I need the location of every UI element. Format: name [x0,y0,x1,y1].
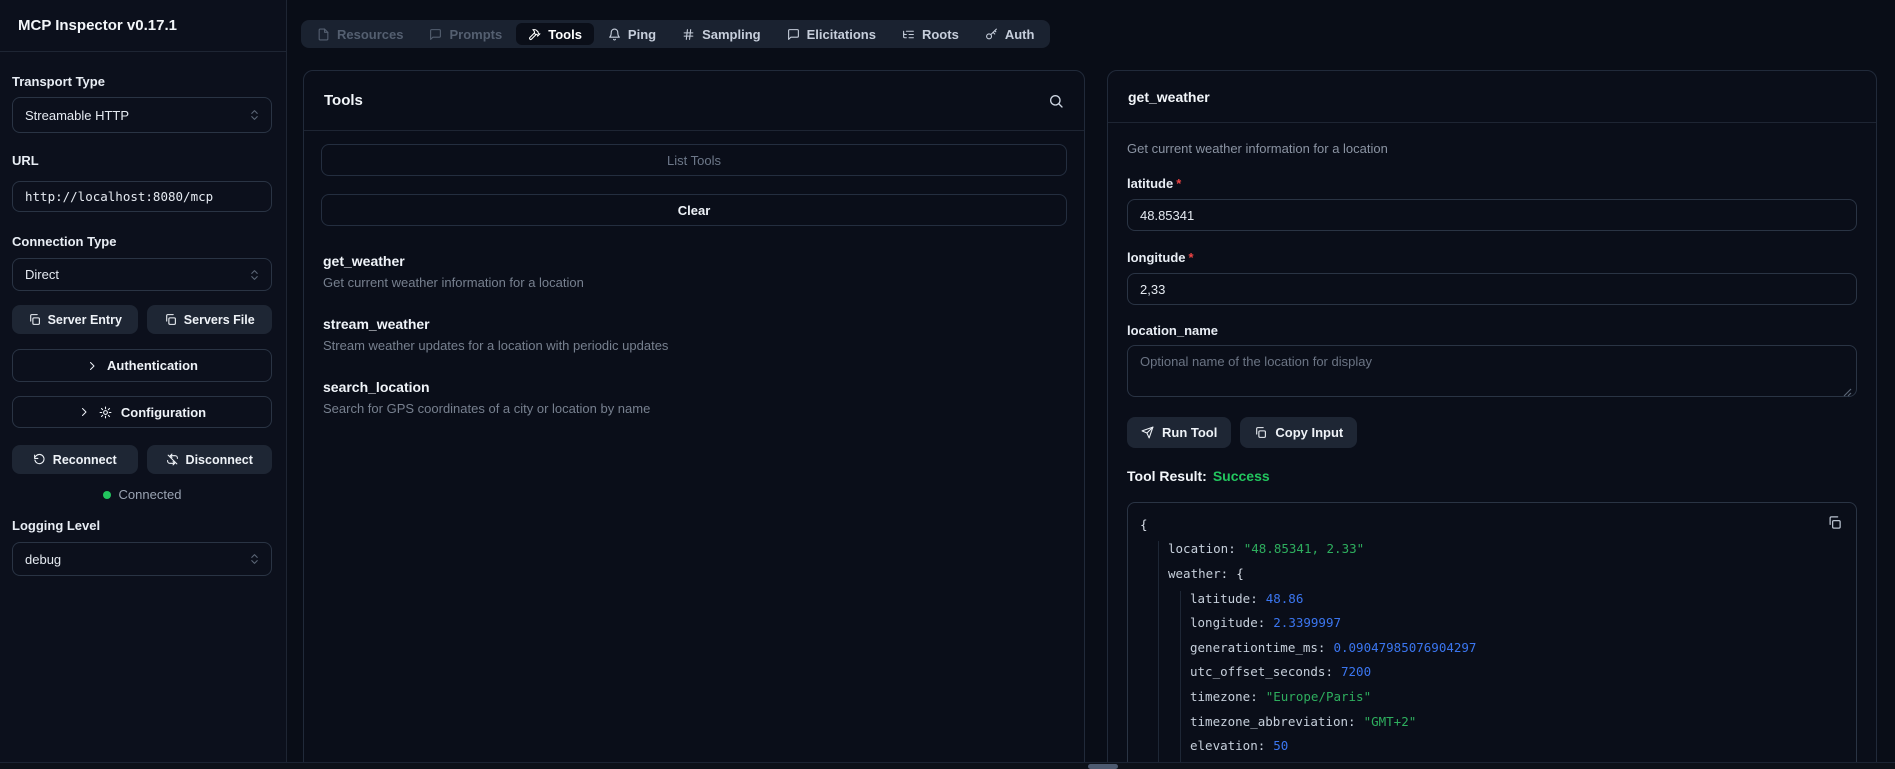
rotate-ccw-icon [33,453,46,466]
result-json: { location:"48.85341, 2.33" weather:{ la… [1128,503,1856,769]
json-line: { [1128,512,1856,537]
list-tools-button[interactable]: List Tools [321,144,1067,176]
indent-guide [1158,541,1159,769]
search-icon[interactable] [1048,93,1064,109]
tab-prompts: Prompts [417,23,514,45]
send-icon [1141,426,1154,439]
message-square-icon [429,28,442,41]
top-tabbar: Resources Prompts Tools Ping Sampling El… [301,20,1050,48]
disconnect-button[interactable]: Disconnect [147,445,273,474]
hash-icon [682,28,695,41]
tool-detail-panel: get_weather Get current weather informat… [1107,70,1877,769]
copy-input-button[interactable]: Copy Input [1240,417,1357,448]
tool-list-item-get-weather[interactable]: get_weather Get current weather informat… [323,253,1065,290]
indent-guide [1180,591,1181,769]
tools-panel-title: Tools [324,92,363,109]
chevrons-up-down-icon [248,553,261,566]
reconnect-button[interactable]: Reconnect [12,445,138,474]
url-input[interactable] [12,181,272,212]
horizontal-scrollbar [0,762,1895,769]
logging-level-value: debug [25,552,61,567]
horizontal-scrollbar-thumb[interactable] [1088,764,1118,769]
chevrons-up-down-icon [248,268,261,281]
location-name-textarea[interactable] [1127,345,1857,397]
authentication-expander[interactable]: Authentication [12,349,272,382]
servers-file-button[interactable]: Servers File [147,305,273,334]
gear-icon [99,406,112,419]
json-line: weather:{ [1128,561,1856,586]
tools-panel: Tools List Tools Clear get_weather Get c… [303,70,1085,769]
json-line: timezone_abbreviation:"GMT+2" [1128,709,1856,734]
tab-auth[interactable]: Auth [973,23,1047,45]
chevron-right-icon [86,360,98,372]
chevrons-up-down-icon [248,109,261,122]
result-status-badge: Success [1213,468,1270,484]
bell-icon [608,28,621,41]
longitude-label: longitude* [1127,250,1857,265]
tool-list-item-search-location[interactable]: search_location Search for GPS coordinat… [323,379,1065,416]
logging-level-label: Logging Level [12,518,272,533]
json-line: longitude:2.3399997 [1128,610,1856,635]
configuration-expander[interactable]: Configuration [12,396,272,428]
list-tree-icon [902,28,915,41]
sidebar-header: MCP Inspector v0.17.1 [0,0,286,52]
app-title: MCP Inspector v0.17.1 [18,17,177,34]
connection-type-label: Connection Type [12,234,272,249]
copy-result-icon[interactable] [1827,515,1842,530]
json-line: timezone:"Europe/Paris" [1128,684,1856,709]
connection-type-select[interactable]: Direct [12,258,272,291]
url-label: URL [12,153,272,168]
tool-detail-title: get_weather [1128,89,1210,105]
sidebar: MCP Inspector v0.17.1 Transport Type Str… [0,0,287,769]
tool-list-item-stream-weather[interactable]: stream_weather Stream weather updates fo… [323,316,1065,353]
tab-sampling[interactable]: Sampling [670,23,773,45]
json-line: elevation:50 [1128,733,1856,758]
tab-elicitations[interactable]: Elicitations [775,23,888,45]
tab-resources: Resources [305,23,415,45]
tool-detail-description: Get current weather information for a lo… [1127,141,1857,156]
tab-ping[interactable]: Ping [596,23,668,45]
json-line: generationtime_ms:0.09047985076904297 [1128,635,1856,660]
longitude-input[interactable] [1127,273,1857,305]
tab-tools[interactable]: Tools [516,23,594,45]
json-line: location:"48.85341, 2.33" [1128,537,1856,562]
connection-type-value: Direct [25,267,59,282]
tab-roots[interactable]: Roots [890,23,971,45]
file-icon [317,28,330,41]
key-icon [985,28,998,41]
tool-result-label: Tool Result:Success [1127,468,1857,484]
latitude-input[interactable] [1127,199,1857,231]
message-square-icon [787,28,800,41]
tool-result-output: { location:"48.85341, 2.33" weather:{ la… [1127,502,1857,769]
transport-type-label: Transport Type [12,74,272,89]
json-line: utc_offset_seconds:7200 [1128,660,1856,685]
clear-button[interactable]: Clear [321,194,1067,226]
transport-type-select[interactable]: Streamable HTTP [12,97,272,133]
server-entry-button[interactable]: Server Entry [12,305,138,334]
resize-handle-icon[interactable] [1843,388,1852,397]
location-name-label: location_name [1127,323,1857,338]
json-line: latitude:48.86 [1128,586,1856,611]
required-marker: * [1176,176,1181,191]
disconnect-icon [166,453,179,466]
latitude-label: latitude* [1127,176,1857,191]
copy-icon [1254,426,1267,439]
required-marker: * [1189,250,1194,265]
run-tool-button[interactable]: Run Tool [1127,417,1231,448]
connection-status: Connected [12,487,272,502]
transport-type-value: Streamable HTTP [25,108,129,123]
hammer-icon [528,28,541,41]
logging-level-select[interactable]: debug [12,542,272,576]
copy-icon [28,313,41,326]
chevron-right-icon [78,406,90,418]
copy-icon [164,313,177,326]
connected-dot-icon [103,491,111,499]
